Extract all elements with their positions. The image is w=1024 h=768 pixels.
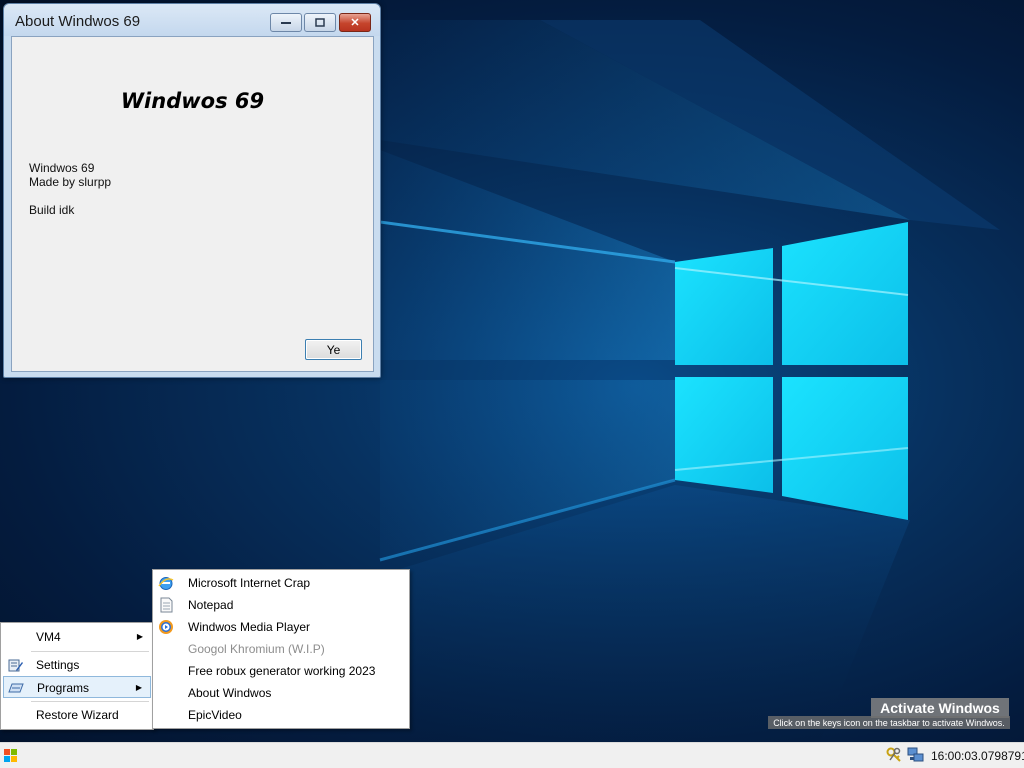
ok-button[interactable]: Ye [305,339,362,360]
media-player-icon [159,620,173,634]
window-title: About Windwos 69 [15,13,141,30]
program-internet-crap[interactable]: Microsoft Internet Crap [153,572,409,594]
info-author: Made by slurpp [29,175,112,189]
title-bar[interactable]: About Windwos 69 ✕ [4,4,380,36]
start-item-label: VM4 [36,630,61,644]
programs-submenu: Microsoft Internet Crap Notepad Windwos … [152,569,410,729]
start-item-label: Programs [37,681,90,695]
taskbar: 16:00:03.0798791 [0,742,1024,768]
programs-icon [8,683,24,693]
start-item-vm4[interactable]: VM4 ▶ [3,626,151,648]
menu-separator [31,701,149,702]
program-label: Microsoft Internet Crap [188,576,311,590]
program-label: Free robux generator working 2023 [188,664,376,678]
program-googol-khromium: Googol Khromium (W.I.P) [153,638,409,660]
logo-pane-tl [675,248,773,365]
start-item-programs[interactable]: Programs ▶ [3,676,151,698]
program-epicvideo[interactable]: EpicVideo [153,704,409,726]
program-label: EpicVideo [188,708,242,722]
settings-icon [8,659,23,672]
program-media-player[interactable]: Windwos Media Player [153,616,409,638]
submenu-arrow-icon: ▶ [136,632,143,641]
app-heading: Windwos 69 [120,89,265,113]
program-notepad[interactable]: Notepad [153,594,409,616]
start-item-label: Restore Wizard [36,708,119,722]
close-icon: ✕ [350,17,360,29]
info-name: Windwos 69 [29,161,95,175]
about-dialog[interactable]: About Windwos 69 ✕ Windwos 69 Windwos 69… [3,3,381,378]
internet-explorer-icon [158,577,174,590]
key-icon[interactable] [886,747,902,763]
logo-pane-bl [675,377,773,493]
clock[interactable]: 16:00:03.0798791 [931,749,1024,763]
start-item-label: Settings [36,658,80,672]
windows-logo-icon [3,748,17,762]
minimize-button[interactable] [270,13,302,32]
maximize-button[interactable] [304,13,336,32]
logo-pane-br [782,377,908,520]
program-label: Notepad [188,598,234,612]
program-label: About Windwos [188,686,272,700]
minimize-icon [281,21,291,24]
start-menu: VM4 ▶ Settings Programs ▶ Restore Wizard [0,622,154,730]
notepad-icon [160,597,173,613]
submenu-arrow-icon: ▶ [135,683,142,692]
dialog-content: Windwos 69 Windwos 69 Made by slurpp Bui… [11,36,374,372]
start-item-restore-wizard[interactable]: Restore Wizard [3,704,151,726]
menu-separator [31,651,149,652]
close-button[interactable]: ✕ [339,13,371,32]
start-item-settings[interactable]: Settings [3,654,151,676]
start-button[interactable] [0,743,20,767]
program-about-windwos[interactable]: About Windwos [153,682,409,704]
maximize-icon [315,18,325,27]
network-icon[interactable] [907,747,925,763]
info-build: Build idk [29,203,75,217]
program-label: Googol Khromium (W.I.P) [188,642,325,656]
activation-watermark-subtitle: Click on the keys icon on the taskbar to… [768,716,1010,729]
program-robux-generator[interactable]: Free robux generator working 2023 [153,660,409,682]
program-label: Windwos Media Player [188,620,311,634]
activation-watermark-title: Activate Windwos [871,698,1009,718]
